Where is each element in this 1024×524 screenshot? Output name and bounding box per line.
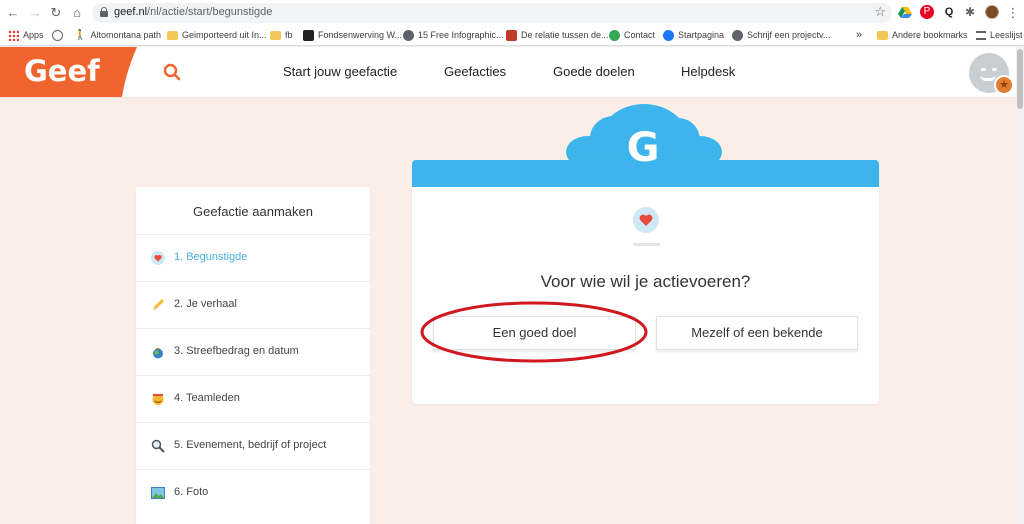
- step-label: 2. Je verhaal: [174, 298, 237, 310]
- cloud-badge-letter: G: [626, 125, 660, 171]
- folder-icon: [270, 31, 281, 40]
- hiker-icon: 🚶: [74, 30, 87, 41]
- bookmark-label: Apps: [23, 30, 44, 40]
- bookmarks-more-label: »: [856, 29, 863, 41]
- step-label: 4. Teamleden: [174, 392, 240, 404]
- bookmark-label: Altomontana path: [90, 30, 162, 40]
- bookmark-geimporteerd[interactable]: Geimporteerd uit In...: [167, 28, 267, 43]
- avatar-eye: [981, 68, 986, 71]
- nav-goede-doelen[interactable]: Goede doelen: [553, 64, 635, 79]
- folder-icon: [877, 31, 888, 40]
- avatar-eye: [992, 68, 997, 71]
- back-arrow-icon[interactable]: ←: [4, 4, 22, 22]
- contact-icon: [609, 30, 620, 41]
- logo-text: Geef: [24, 54, 100, 88]
- browser-toolbar: ← → ↻ ⌂ geef.nl/nl/actie/start/begunstig…: [0, 0, 1024, 26]
- step-label: 1. Begunstigde: [174, 251, 248, 263]
- bookmarks-bar: Apps 🚶 Altomontana path Geimporteerd uit…: [0, 26, 1024, 45]
- step-label: 5. Evenement, bedrijf of project: [174, 439, 327, 451]
- bookmark-blocked[interactable]: [52, 28, 63, 43]
- step-label: 6. Foto: [174, 486, 209, 498]
- mezelf-button[interactable]: Mezelf of een bekende: [656, 316, 858, 350]
- bookmark-label: Fondsenwerving W...: [318, 30, 403, 40]
- blocked-icon: [52, 30, 63, 41]
- bookmark-label: De relatie tussen de...: [521, 30, 609, 40]
- bookmark-label: Leeslijst: [990, 30, 1023, 40]
- relatie-icon: [506, 30, 517, 41]
- bookmark-relatie[interactable]: De relatie tussen de...: [506, 28, 609, 43]
- bookmarks-more-button[interactable]: »: [856, 28, 862, 43]
- bookmark-infographic[interactable]: 15 Free Infographic...: [403, 28, 504, 43]
- scrollbar-thumb[interactable]: [1017, 49, 1023, 109]
- bookmark-fb[interactable]: fb: [270, 28, 293, 43]
- other-bookmarks[interactable]: Andere bookmarks: [877, 28, 968, 43]
- bookmark-startpagina[interactable]: Startpagina: [663, 28, 724, 43]
- money-bag-icon: [153, 348, 163, 359]
- step-foto[interactable]: 6. Foto: [136, 469, 370, 516]
- facebook-icon: [663, 30, 674, 41]
- reading-list-icon: [976, 31, 986, 40]
- bookmark-apps[interactable]: Apps: [8, 28, 44, 43]
- home-icon[interactable]: ⌂: [68, 4, 86, 22]
- site-header: Geef Start jouw geefactie Geefacties Goe…: [0, 47, 1024, 97]
- nav-start-geefactie[interactable]: Start jouw geefactie: [283, 64, 397, 79]
- bookmark-label: Geimporteerd uit In...: [182, 30, 267, 40]
- step-begunstigde[interactable]: 1. Begunstigde: [136, 234, 370, 281]
- bookmark-altomontana[interactable]: 🚶 Altomontana path: [74, 28, 161, 43]
- bookmark-label: Andere bookmarks: [892, 30, 968, 40]
- globe-icon: [732, 30, 743, 41]
- steps-title: Geefactie aanmaken: [193, 204, 313, 219]
- globe-icon: [403, 30, 414, 41]
- bookmark-star-icon[interactable]: ☆: [874, 4, 886, 20]
- question-heading: Voor wie wil je actievoeren?: [540, 272, 751, 291]
- bookmark-contact[interactable]: Contact: [609, 28, 655, 43]
- address-bar[interactable]: geef.nl/nl/actie/start/begunstigde ☆: [92, 3, 892, 23]
- bookmark-projectv[interactable]: Schrijf een projectv...: [732, 28, 830, 43]
- url-host: geef.nl: [114, 6, 148, 18]
- step-label: 3. Streefbedrag en datum: [174, 345, 299, 357]
- page-scrollbar[interactable]: [1016, 47, 1024, 524]
- bookmark-label: 15 Free Infographic...: [418, 30, 504, 40]
- steps-panel: Geefactie aanmaken 1. Begunstigde 2. Je …: [136, 187, 370, 524]
- divider: [633, 243, 660, 246]
- step-streefbedrag[interactable]: 3. Streefbedrag en datum: [136, 328, 370, 375]
- menu-dots-icon[interactable]: ⋮: [1004, 4, 1022, 22]
- step-teamleden[interactable]: 4. Teamleden: [136, 375, 370, 422]
- profile-icon[interactable]: [985, 5, 999, 19]
- reload-icon[interactable]: ↻: [47, 4, 65, 22]
- puzzle-icon[interactable]: ✱: [963, 5, 977, 19]
- star-badge-icon: ★: [994, 75, 1014, 95]
- geef-logo[interactable]: Geef: [0, 47, 138, 97]
- bookmark-label: Schrijf een projectv...: [747, 30, 831, 40]
- bookmark-label: fb: [285, 30, 293, 40]
- team-icon: [152, 394, 164, 405]
- heart-icon: [151, 251, 165, 265]
- magnifier-icon: [151, 439, 165, 453]
- search-icon[interactable]: [163, 63, 181, 81]
- bookmark-fondsenwerving[interactable]: Fondsenwerving W...: [303, 28, 402, 43]
- reading-list[interactable]: Leeslijst: [976, 28, 1023, 43]
- google-drive-icon[interactable]: [898, 5, 912, 19]
- nav-geefacties[interactable]: Geefacties: [444, 64, 506, 79]
- nav-helpdesk[interactable]: Helpdesk: [681, 64, 735, 79]
- step-evenement[interactable]: 5. Evenement, bedrijf of project: [136, 422, 370, 469]
- pinterest-icon[interactable]: P: [920, 5, 934, 19]
- step-je-verhaal[interactable]: 2. Je verhaal: [136, 281, 370, 328]
- url-path: /nl/actie/start/begunstigde: [147, 6, 273, 18]
- search-extension-icon[interactable]: Q: [942, 5, 956, 19]
- pencil-icon: [153, 299, 164, 310]
- avatar-mouth: [980, 75, 996, 81]
- bookmark-label: Startpagina: [678, 30, 725, 40]
- forward-arrow-icon[interactable]: →: [26, 4, 44, 22]
- apps-grid-icon: [8, 30, 19, 41]
- lock-icon: [100, 7, 108, 17]
- folder-icon: [167, 31, 178, 40]
- browser-chrome: ← → ↻ ⌂ geef.nl/nl/actie/start/begunstig…: [0, 0, 1024, 46]
- red-highlight-ellipse: [420, 301, 648, 363]
- photo-icon: [151, 487, 165, 499]
- url-text: geef.nl/nl/actie/start/begunstigde: [114, 6, 272, 18]
- heart-icon: [633, 207, 659, 233]
- bookmark-label: Contact: [624, 30, 656, 40]
- fondsenwerving-icon: [303, 30, 314, 41]
